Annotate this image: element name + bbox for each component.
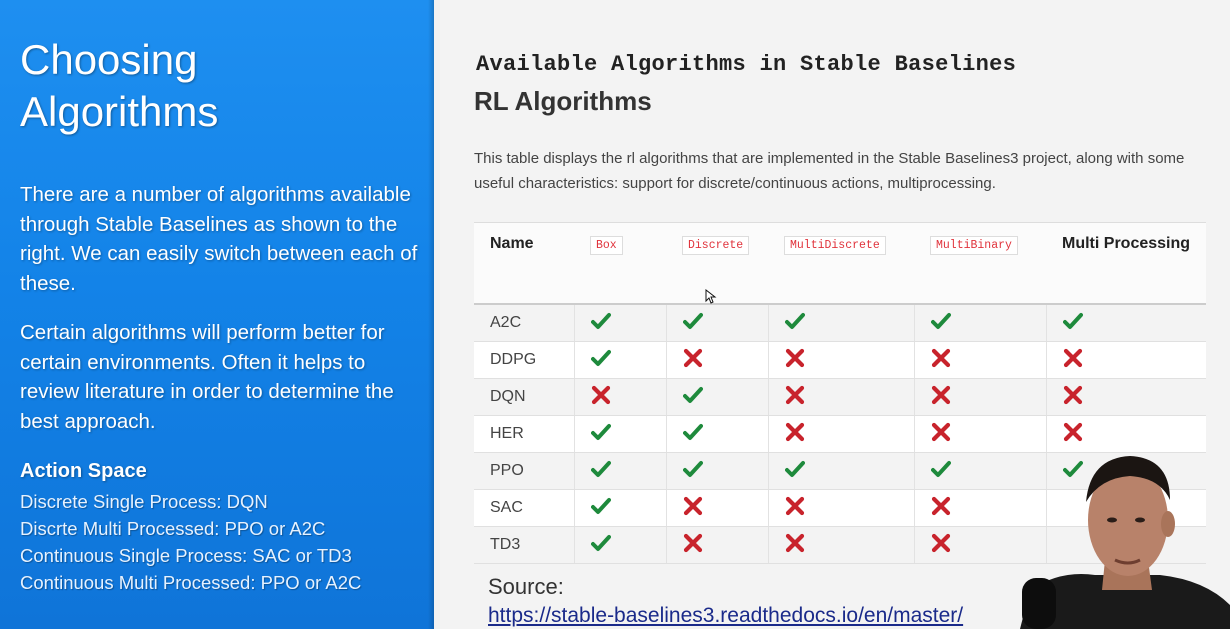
table-row: DDPG xyxy=(474,341,1206,379)
support-cell xyxy=(914,378,1047,416)
support-cell xyxy=(574,489,667,527)
support-cell xyxy=(666,304,769,342)
check-icon xyxy=(1062,312,1083,329)
support-cell xyxy=(666,489,769,527)
support-cell xyxy=(666,526,769,564)
check-icon xyxy=(930,312,951,329)
support-cell xyxy=(574,378,667,416)
table-row: A2C xyxy=(474,304,1206,342)
support-cell xyxy=(666,378,769,416)
support-cell xyxy=(914,304,1047,342)
cross-icon xyxy=(931,496,950,515)
mouse-cursor-icon xyxy=(705,289,717,304)
support-cell xyxy=(768,341,915,379)
support-cell xyxy=(574,304,667,342)
slide-title: Choosing Algorithms xyxy=(20,36,219,135)
table-header-row: Name Box Discrete MultiDiscrete MultiBin… xyxy=(474,222,1206,305)
check-icon xyxy=(590,460,611,477)
check-icon xyxy=(930,460,951,477)
source-link[interactable]: https://stable-baselines3.readthedocs.io… xyxy=(488,604,963,628)
cross-icon xyxy=(683,496,702,515)
action-space-list: Discrete Single Process: DQN Discrte Mul… xyxy=(20,488,361,596)
support-cell xyxy=(1046,341,1206,379)
action-space-item: Continuous Multi Processed: PPO or A2C xyxy=(20,572,362,593)
cross-icon xyxy=(931,348,950,367)
col-header-discrete: Discrete xyxy=(666,222,768,305)
action-space-item: Discrete Single Process: DQN xyxy=(20,491,268,512)
check-icon xyxy=(784,312,805,329)
cross-icon xyxy=(785,496,804,515)
doc-description: This table displays the rl algorithms th… xyxy=(474,150,1185,192)
action-space-item: Discrte Multi Processed: PPO or A2C xyxy=(20,518,326,539)
cross-icon xyxy=(785,533,804,552)
algorithm-name-cell: HER xyxy=(474,415,575,453)
check-icon xyxy=(590,349,611,366)
algorithm-name-cell: PPO xyxy=(474,452,575,490)
support-cell xyxy=(666,415,769,453)
support-cell xyxy=(574,341,667,379)
action-space-item: Continuous Single Process: SAC or TD3 xyxy=(20,545,352,566)
check-icon xyxy=(682,460,703,477)
cross-icon xyxy=(683,348,702,367)
support-cell xyxy=(768,415,915,453)
check-icon xyxy=(682,386,703,403)
cross-icon xyxy=(931,533,950,552)
slide-paragraph-intro: There are a number of algorithms availab… xyxy=(20,183,418,295)
action-space-heading: Action Space xyxy=(20,460,147,482)
support-cell xyxy=(1046,378,1206,416)
cross-icon xyxy=(785,422,804,441)
algorithm-name-cell: A2C xyxy=(474,304,575,342)
check-icon xyxy=(784,460,805,477)
check-icon xyxy=(682,423,703,440)
doc-heading: RL Algorithms xyxy=(474,86,652,116)
cross-icon xyxy=(785,348,804,367)
algorithm-name-cell: SAC xyxy=(474,489,575,527)
cross-icon xyxy=(931,422,950,441)
support-cell xyxy=(574,415,667,453)
source-label: Source: xyxy=(488,574,564,599)
cross-icon xyxy=(1063,348,1082,367)
cross-icon xyxy=(1063,385,1082,404)
slide-panel: Choosing Algorithms There are a number o… xyxy=(0,0,434,629)
cross-icon xyxy=(1063,422,1082,441)
check-icon xyxy=(590,497,611,514)
check-icon xyxy=(682,312,703,329)
presenter-webcam-image xyxy=(1020,456,1230,629)
col-header-box: Box xyxy=(574,222,666,305)
col-header-multibinary: MultiBinary xyxy=(914,222,1046,305)
support-cell xyxy=(768,526,915,564)
col-header-multidiscrete: MultiDiscrete xyxy=(768,222,914,305)
support-cell xyxy=(768,378,915,416)
support-cell xyxy=(666,341,769,379)
doc-mono-title: Available Algorithms in Stable Baselines xyxy=(476,52,1017,77)
support-cell xyxy=(914,341,1047,379)
algorithm-name-cell: DDPG xyxy=(474,341,575,379)
support-cell xyxy=(574,452,667,490)
cross-icon xyxy=(591,385,610,404)
algorithm-name-cell: DQN xyxy=(474,378,575,416)
support-cell xyxy=(574,526,667,564)
algorithm-name-cell: TD3 xyxy=(474,526,575,564)
support-cell xyxy=(666,452,769,490)
slide-paragraph-literature: Certain algorithms will perform better f… xyxy=(20,321,394,433)
support-cell xyxy=(768,304,915,342)
support-cell xyxy=(768,452,915,490)
support-cell xyxy=(1046,304,1206,342)
col-header-multiprocessing: Multi Processing xyxy=(1046,222,1206,305)
cross-icon xyxy=(785,385,804,404)
table-row: DQN xyxy=(474,378,1206,416)
col-header-name: Name xyxy=(474,222,574,305)
check-icon xyxy=(590,312,611,329)
cross-icon xyxy=(683,533,702,552)
support-cell xyxy=(768,489,915,527)
cross-icon xyxy=(931,385,950,404)
check-icon xyxy=(590,423,611,440)
check-icon xyxy=(590,534,611,551)
